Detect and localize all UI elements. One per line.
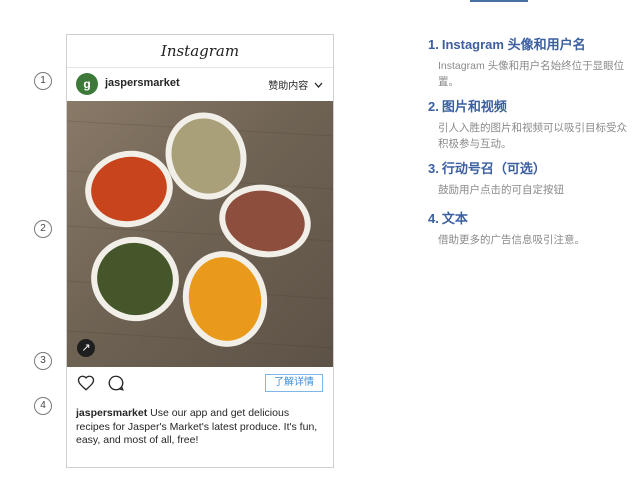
annotation-number: 2.: [428, 99, 439, 114]
heart-icon[interactable]: [77, 374, 95, 392]
marker-2: 2: [34, 220, 52, 238]
annotation-number: 1.: [428, 37, 439, 52]
chevron-down-icon: [314, 82, 323, 88]
link-arrow-icon[interactable]: ↗: [77, 339, 95, 357]
app-title: Instagram: [67, 35, 333, 68]
annotation-title: 行动号召（可选）: [441, 161, 546, 176]
annotation-3: 3. 行动号召（可选） 鼓励用户点击的可自定按钮: [428, 158, 628, 198]
top-accent-line: [470, 0, 528, 2]
annotation-desc: 鼓励用户点击的可自定按钮: [438, 184, 564, 196]
annotation-title: 图片和视频: [441, 99, 507, 114]
annotation-desc: 借助更多的广告信息吸引注意。: [438, 234, 585, 246]
action-bar: 了解详情: [67, 369, 333, 397]
profile-row: g jaspersmarket 赞助内容: [67, 68, 333, 100]
instagram-ad-card: Instagram g jaspersmarket 赞助内容 ↗ 了解详情 ja…: [66, 34, 334, 468]
username[interactable]: jaspersmarket: [105, 77, 180, 89]
annotation-1: 1. Instagram 头像和用户名 Instagram 头像和用户名始终位于显…: [428, 34, 628, 90]
annotation-desc: 引人入胜的图片和视频可以吸引目标受众积极参与互动。: [438, 122, 627, 150]
comment-icon[interactable]: [107, 374, 125, 392]
annotation-4: 4. 文本 借助更多的广告信息吸引注意。: [428, 208, 628, 248]
marker-3: 3: [34, 352, 52, 370]
caption-username[interactable]: jaspersmarket: [76, 407, 147, 419]
annotation-number: 3.: [428, 161, 439, 176]
annotation-title: 文本: [441, 211, 468, 226]
annotation-2: 2. 图片和视频 引人入胜的图片和视频可以吸引目标受众积极参与互动。: [428, 96, 628, 152]
sponsored-menu[interactable]: 赞助内容: [268, 77, 323, 92]
annotation-desc: Instagram 头像和用户名始终位于显眼位置。: [438, 60, 625, 88]
spice-bowls-illustration: [67, 112, 333, 349]
sponsored-label: 赞助内容: [268, 81, 309, 92]
avatar[interactable]: g: [76, 73, 98, 95]
learn-more-button[interactable]: 了解详情: [265, 374, 323, 392]
marker-4: 4: [34, 397, 52, 415]
caption: jaspersmarket Use our app and get delici…: [76, 407, 322, 448]
annotation-number: 4.: [428, 211, 439, 226]
ad-image[interactable]: ↗: [67, 101, 333, 367]
marker-1: 1: [34, 72, 52, 90]
annotation-title: Instagram 头像和用户名: [441, 37, 586, 52]
